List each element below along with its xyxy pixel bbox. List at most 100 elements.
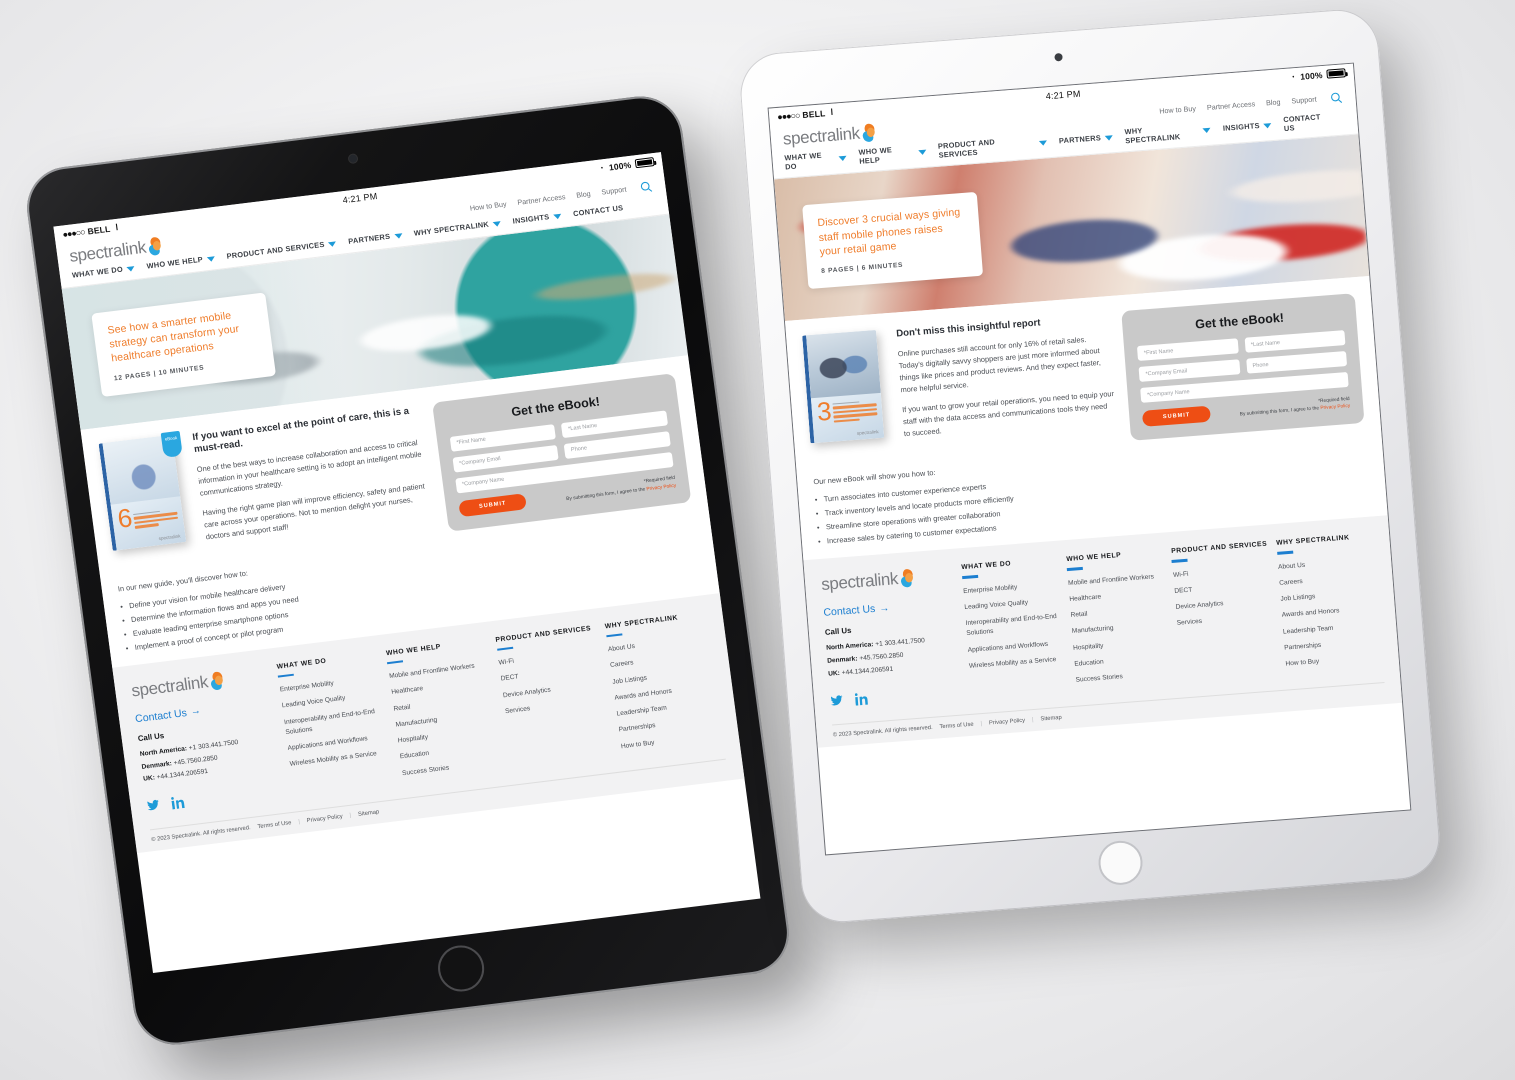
nav-why-spectralink[interactable]: WHY SPECTRALINK (1124, 121, 1223, 146)
nav-who-we-help[interactable]: WHO WE HELP (858, 143, 939, 166)
footer-link[interactable]: Wi-Fi (1173, 563, 1271, 581)
footer-link[interactable]: DECT (1174, 579, 1272, 597)
footer-link[interactable]: Hospitality (1073, 636, 1171, 654)
footer-logo[interactable]: spectralink (130, 664, 271, 701)
twitter-icon[interactable] (146, 798, 161, 817)
sitemap-link[interactable]: Sitemap (358, 810, 380, 819)
footer-link[interactable]: How to Buy (1285, 652, 1383, 670)
footer-link[interactable]: Mobile and Frontline Workers (1068, 571, 1166, 589)
nav-label: PARTNERS (347, 231, 391, 246)
company-name-placeholder: *Company Name (461, 476, 505, 488)
search-icon[interactable] (636, 177, 654, 195)
chevron-down-icon[interactable] (206, 256, 216, 262)
footer-contact-us[interactable]: Contact Us → (823, 597, 956, 620)
terms-of-use-link[interactable]: Terms of Use (939, 722, 974, 731)
nav-contact-us[interactable]: CONTACT US (1283, 111, 1346, 133)
twitter-icon[interactable] (830, 693, 844, 712)
chevron-down-icon[interactable] (553, 213, 562, 220)
arrow-right-icon: → (190, 705, 202, 718)
linkedin-icon[interactable] (854, 692, 869, 711)
right-tablet-screen: ●●●○○ BELL ⏽ 4:21 PM ᛫ 100% spectralink … (767, 62, 1412, 856)
footer-link[interactable]: Education (1074, 652, 1172, 670)
privacy-policy-link[interactable]: Privacy Policy (307, 814, 344, 824)
nav-insights[interactable]: INSIGHTS (1223, 120, 1284, 133)
terms-of-use-link[interactable]: Terms of Use (257, 820, 292, 830)
search-icon[interactable] (1327, 88, 1344, 105)
submit-button[interactable]: SUBMIT (1142, 405, 1211, 427)
footer-brand: spectralink Contact Us → Call Us North A… (130, 664, 286, 817)
chevron-down-icon[interactable] (838, 155, 848, 162)
contact-us-link[interactable]: Contact Us (823, 603, 876, 619)
footer-link[interactable]: Enterprise Mobility (963, 579, 1061, 597)
footer-link[interactable]: Device Analytics (1175, 596, 1273, 614)
footer-link[interactable]: Job Listings (1280, 588, 1378, 606)
phone-region: UK: (827, 669, 841, 678)
top-link-support[interactable]: Support (1291, 94, 1317, 105)
footer-link[interactable]: Success Stories (1075, 668, 1173, 686)
chevron-down-icon[interactable] (1038, 140, 1048, 146)
nav-label: CONTACT US (572, 203, 624, 219)
footer-link[interactable]: Partnerships (1284, 636, 1382, 654)
footer-link[interactable]: Applications and Workflows (967, 638, 1065, 656)
company-email-placeholder: *Company Email (458, 455, 502, 467)
top-link-blog[interactable]: Blog (1266, 97, 1281, 107)
footer-link[interactable]: Leadership Team (1283, 620, 1381, 638)
ebook-cover-wrap: 3 spectralink (802, 329, 895, 455)
first-name-field[interactable]: *First Name (1137, 338, 1239, 362)
top-link-blog[interactable]: Blog (576, 189, 591, 200)
chevron-down-icon[interactable] (328, 241, 337, 247)
chevron-down-icon[interactable] (918, 149, 927, 156)
footer-column-who-we-help: WHO WE HELP Mobile and Frontline Workers… (386, 638, 506, 787)
chevron-down-icon[interactable] (492, 220, 502, 227)
company-email-field[interactable]: *Company Email (1138, 359, 1241, 382)
first-name-placeholder: *First Name (456, 436, 487, 447)
footer-link[interactable]: Wireless Mobility as a Service (969, 654, 1067, 672)
top-link-partner-access[interactable]: Partner Access (517, 192, 566, 207)
footer-column-who-we-help: WHO WE HELP Mobile and Frontline Workers… (1066, 549, 1174, 694)
footer-link[interactable]: Manufacturing (1072, 620, 1170, 638)
left-tablet: ●●●○○ BELL ⏽ 4:21 PM ᛫ 100% spectralink … (21, 91, 795, 1050)
body-copy: If you want to excel at the point of car… (192, 404, 434, 551)
submit-button[interactable]: SUBMIT (458, 492, 528, 517)
footer-link[interactable]: Awards and Honors (1281, 604, 1379, 622)
footer-logo[interactable]: spectralink (821, 565, 955, 595)
top-link-support[interactable]: Support (601, 184, 627, 196)
phone-number: +45.7560.2850 (859, 652, 904, 663)
footer-link[interactable]: Retail (1070, 604, 1168, 622)
footer-link[interactable]: Leading Voice Quality (964, 596, 1062, 614)
last-name-field[interactable]: *Last Name (1244, 330, 1346, 353)
phone-placeholder: Phone (570, 445, 588, 454)
top-link-how-to-buy[interactable]: How to Buy (469, 199, 507, 212)
footer-column-heading: PRODUCT AND SERVICES (1171, 540, 1268, 556)
sitemap-link[interactable]: Sitemap (1040, 715, 1062, 723)
linkedin-icon[interactable] (171, 795, 186, 814)
footer-link[interactable]: Careers (1279, 571, 1377, 589)
chevron-down-icon[interactable] (1263, 123, 1272, 129)
ebook-cover-photo (806, 330, 881, 398)
contact-us-link[interactable]: Contact Us (134, 707, 187, 725)
top-link-partner-access[interactable]: Partner Access (1207, 99, 1256, 112)
chevron-down-icon[interactable] (393, 233, 403, 239)
chevron-down-icon[interactable] (1202, 127, 1212, 134)
divider: | (349, 813, 352, 820)
chevron-down-icon[interactable] (126, 265, 136, 272)
ebook-badge: eBook (160, 430, 183, 458)
privacy-policy-link[interactable]: Privacy Policy (989, 718, 1025, 727)
chevron-down-icon[interactable] (1104, 135, 1114, 141)
footer-link[interactable]: Services (1176, 612, 1274, 630)
home-button[interactable] (435, 942, 487, 995)
top-link-how-to-buy[interactable]: How to Buy (1159, 103, 1196, 115)
footer-link[interactable]: Healthcare (1069, 588, 1167, 606)
footer-link[interactable]: About Us (1278, 555, 1376, 573)
hero-text-card: Discover 3 crucial ways giving staff mob… (802, 191, 984, 290)
heading-underline (962, 575, 979, 579)
footer-link[interactable]: Interoperability and End-to-End Solution… (965, 612, 1064, 640)
spectralink-s-logo (861, 122, 877, 144)
home-button[interactable] (1096, 839, 1145, 887)
nav-what-we-do[interactable]: WHAT WE DO (784, 149, 859, 172)
phone-field[interactable]: Phone (1245, 351, 1348, 374)
phone-region: North America: (825, 641, 874, 653)
signal-dots-icon: ●●●○○ (61, 226, 86, 240)
nav-partners[interactable]: PARTNERS (1059, 133, 1126, 147)
privacy-policy-link[interactable]: Privacy Policy (1320, 404, 1350, 411)
